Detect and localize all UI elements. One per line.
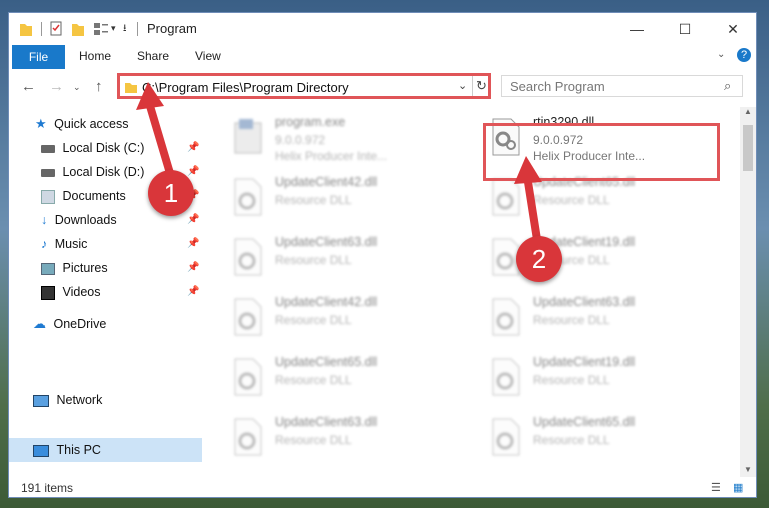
annotation-layer	[136, 82, 542, 247]
step-badge-2: 2	[516, 236, 562, 282]
step-badge-1: 1	[148, 170, 194, 216]
arrow-2-head	[514, 156, 542, 184]
arrow-1-shaft	[146, 104, 176, 182]
arrow-1-head	[136, 82, 164, 110]
